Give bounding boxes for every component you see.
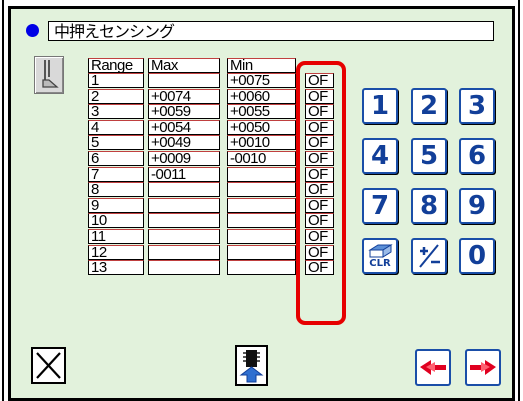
min-cell[interactable]: +0060: [227, 89, 296, 104]
clear-label: CLR: [369, 257, 391, 269]
max-cell[interactable]: [148, 182, 220, 197]
range-cell: 10: [88, 213, 144, 228]
max-cell[interactable]: +0054: [148, 120, 220, 135]
max-cell[interactable]: +0009: [148, 151, 220, 166]
upload-arrow-icon: [239, 350, 264, 383]
page-title: 中押えセンシング: [48, 21, 494, 41]
min-cell[interactable]: [227, 213, 296, 228]
range-cell: 9: [88, 198, 144, 213]
double-arrow-left-icon: [420, 360, 446, 375]
min-cell[interactable]: [227, 260, 296, 275]
min-cell[interactable]: +0055: [227, 104, 296, 119]
range-cell: 11: [88, 229, 144, 244]
column-header-range: Range: [88, 58, 144, 73]
key-0[interactable]: 0: [459, 238, 495, 274]
range-cell: 1: [88, 73, 144, 88]
min-cell[interactable]: [227, 229, 296, 244]
max-cell[interactable]: +0049: [148, 135, 220, 150]
key-4[interactable]: 4: [362, 138, 398, 174]
plus-minus-button[interactable]: [411, 238, 447, 274]
plus-minus-icon: [419, 244, 440, 268]
range-cell: 13: [88, 260, 144, 275]
range-cell: 3: [88, 104, 144, 119]
eraser-icon: [368, 243, 393, 258]
of-column-highlight: [296, 61, 346, 325]
close-x-icon: [36, 352, 61, 379]
key-8[interactable]: 8: [411, 188, 447, 224]
max-cell[interactable]: +0074: [148, 89, 220, 104]
min-cell[interactable]: [227, 182, 296, 197]
right-edge-line: [518, 0, 520, 401]
min-cell[interactable]: +0010: [227, 135, 296, 150]
clear-button[interactable]: CLR: [362, 238, 398, 274]
max-cell[interactable]: [148, 260, 220, 275]
range-cell: 8: [88, 182, 144, 197]
range-cell: 7: [88, 167, 144, 182]
range-cell: 6: [88, 151, 144, 166]
left-edge-line: [2, 0, 4, 401]
min-cell[interactable]: [227, 167, 296, 182]
key-5[interactable]: 5: [411, 138, 447, 174]
key-3[interactable]: 3: [459, 88, 495, 124]
min-cell[interactable]: [227, 245, 296, 260]
min-cell[interactable]: +0050: [227, 120, 296, 135]
key-2[interactable]: 2: [411, 88, 447, 124]
presser-foot-icon: [42, 60, 59, 88]
max-cell[interactable]: [148, 229, 220, 244]
presser-foot-button[interactable]: [34, 56, 64, 94]
next-button[interactable]: [465, 349, 501, 386]
double-arrow-right-icon: [470, 360, 496, 375]
title-bullet-icon: [26, 24, 39, 37]
max-cell[interactable]: [148, 245, 220, 260]
key-9[interactable]: 9: [459, 188, 495, 224]
load-button[interactable]: [235, 345, 268, 386]
previous-button[interactable]: [415, 349, 451, 386]
max-cell[interactable]: +0059: [148, 104, 220, 119]
range-cell: 2: [88, 89, 144, 104]
max-cell[interactable]: [148, 198, 220, 213]
min-cell[interactable]: +0075: [227, 73, 296, 88]
range-cell: 4: [88, 120, 144, 135]
column-header-min: Min: [227, 58, 296, 73]
range-cell: 5: [88, 135, 144, 150]
max-cell[interactable]: [148, 213, 220, 228]
key-6[interactable]: 6: [459, 138, 495, 174]
max-cell[interactable]: [148, 73, 220, 88]
key-1[interactable]: 1: [362, 88, 398, 124]
min-cell[interactable]: [227, 198, 296, 213]
cancel-button[interactable]: [31, 347, 66, 384]
max-cell[interactable]: -0011: [148, 167, 220, 182]
min-cell[interactable]: -0010: [227, 151, 296, 166]
key-7[interactable]: 7: [362, 188, 398, 224]
column-header-max: Max: [148, 58, 220, 73]
range-cell: 12: [88, 245, 144, 260]
